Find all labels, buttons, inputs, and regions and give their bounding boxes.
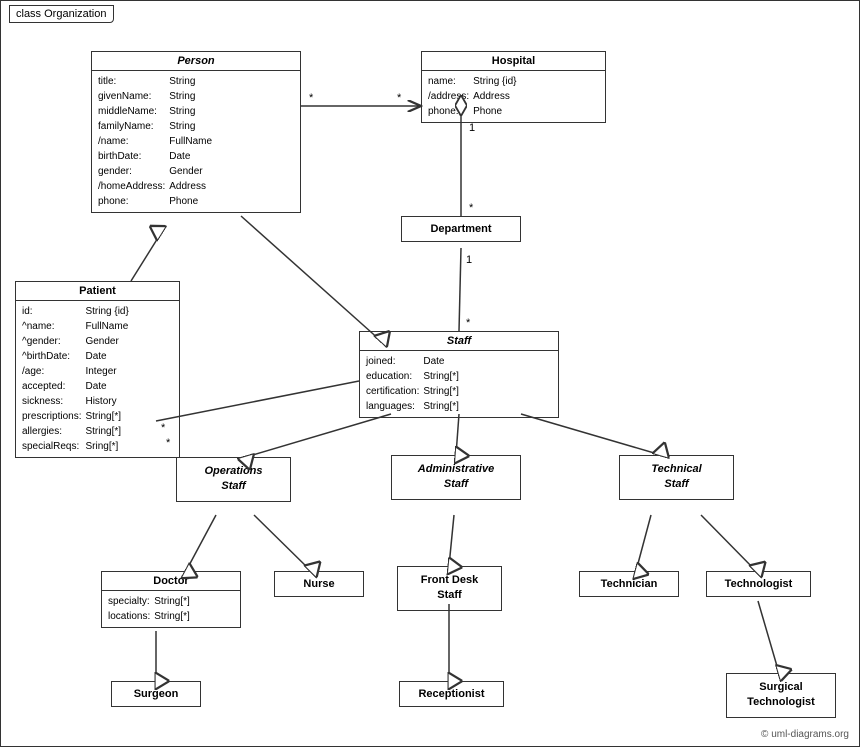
diagram-title: class Organization xyxy=(9,5,114,23)
svg-text:*: * xyxy=(309,92,314,104)
patient-header: Patient xyxy=(16,282,179,301)
class-receptionist: Receptionist xyxy=(399,681,504,707)
class-surgical-technologist: SurgicalTechnologist xyxy=(726,673,836,718)
svg-text:*: * xyxy=(397,92,402,104)
copyright: © uml-diagrams.org xyxy=(761,729,849,740)
doctor-body: specialty:String[*] locations:String[*] xyxy=(102,591,240,627)
class-patient: Patient id:String {id} ^name:FullName ^g… xyxy=(15,281,180,458)
class-technical-staff: TechnicalStaff xyxy=(619,455,734,500)
class-person: Person title:String givenName:String mid… xyxy=(91,51,301,213)
class-department: Department xyxy=(401,216,521,242)
class-operations-staff: OperationsStaff xyxy=(176,457,291,502)
svg-text:1: 1 xyxy=(466,254,472,266)
class-technologist: Technologist xyxy=(706,571,811,597)
svg-text:*: * xyxy=(469,202,474,214)
person-body: title:String givenName:String middleName… xyxy=(92,71,300,212)
class-staff: Staff joined:Date education:String[*] ce… xyxy=(359,331,559,418)
svg-text:*: * xyxy=(466,317,471,329)
doctor-header: Doctor xyxy=(102,572,240,591)
hospital-body: name:String {id} /address:Address phone:… xyxy=(422,71,605,122)
class-surgeon: Surgeon xyxy=(111,681,201,707)
hospital-header: Hospital xyxy=(422,52,605,71)
diagram-container: class Organization Person title:String g… xyxy=(0,0,860,747)
person-header: Person xyxy=(92,52,300,71)
staff-body: joined:Date education:String[*] certific… xyxy=(360,351,558,417)
class-front-desk-staff: Front DeskStaff xyxy=(397,566,502,611)
class-hospital: Hospital name:String {id} /address:Addre… xyxy=(421,51,606,123)
class-nurse: Nurse xyxy=(274,571,364,597)
svg-text:1: 1 xyxy=(469,122,475,134)
staff-header: Staff xyxy=(360,332,558,351)
class-administrative-staff: AdministrativeStaff xyxy=(391,455,521,500)
patient-body: id:String {id} ^name:FullName ^gender:Ge… xyxy=(16,301,179,457)
class-technician: Technician xyxy=(579,571,679,597)
class-doctor: Doctor specialty:String[*] locations:Str… xyxy=(101,571,241,628)
